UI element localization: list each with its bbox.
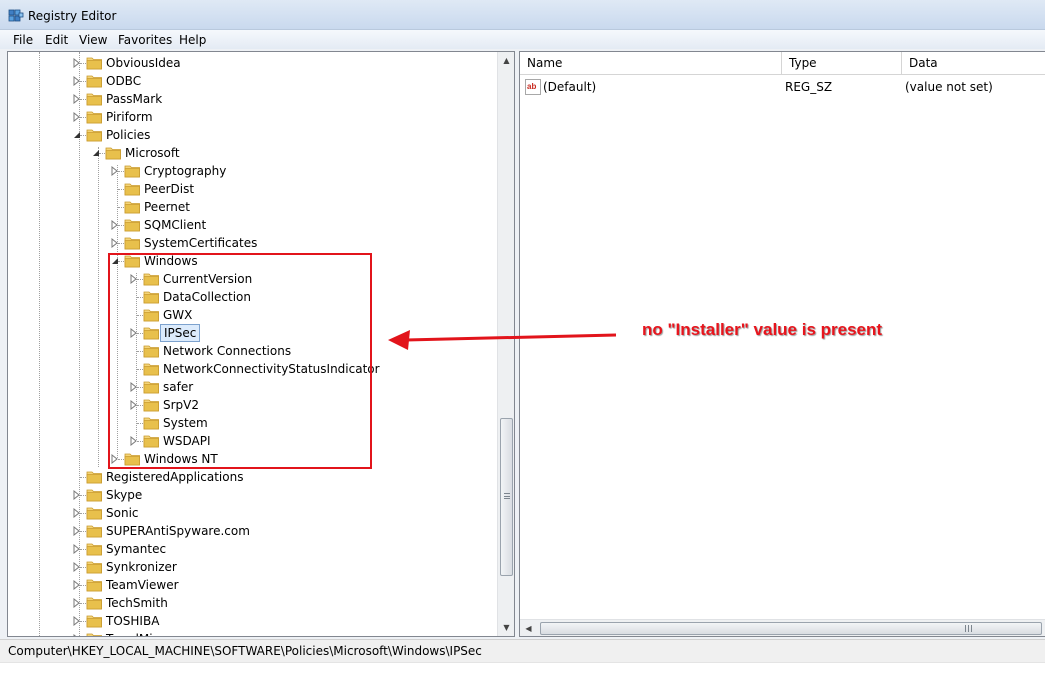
- folder-icon: [105, 145, 122, 160]
- folder-icon: [86, 487, 103, 502]
- scroll-down-arrow-icon[interactable]: ▼: [498, 619, 514, 636]
- tree-item-label[interactable]: SUPERAntiSpyware.com: [103, 522, 253, 540]
- menu-help[interactable]: Help: [177, 32, 208, 48]
- value-name: (Default): [543, 80, 597, 94]
- tree-item[interactable]: ObviousIdea: [8, 54, 498, 72]
- title-bar: Registry Editor: [0, 0, 1045, 30]
- tree-item-label[interactable]: TeamViewer: [103, 576, 182, 594]
- folder-icon: [124, 199, 141, 214]
- tree-item[interactable]: Piriform: [8, 108, 498, 126]
- folder-icon: [124, 163, 141, 178]
- folder-icon: [86, 613, 103, 628]
- tree-item-label[interactable]: TrendMicro: [103, 630, 174, 636]
- scroll-up-arrow-icon[interactable]: ▲: [498, 52, 514, 69]
- folder-icon: [86, 523, 103, 538]
- tree-item[interactable]: TrendMicro: [8, 630, 498, 637]
- tree-item[interactable]: PassMark: [8, 90, 498, 108]
- expand-arrow-icon[interactable]: [72, 634, 82, 637]
- menu-file[interactable]: File: [11, 32, 35, 48]
- folder-icon: [86, 127, 103, 142]
- window-title: Registry Editor: [28, 9, 117, 23]
- folder-icon: [124, 217, 141, 232]
- tree-item-label[interactable]: PeerDist: [141, 180, 197, 198]
- registry-editor-icon: [8, 9, 24, 22]
- folder-icon: [124, 181, 141, 196]
- menu-favorites[interactable]: Favorites: [116, 32, 174, 48]
- tree-item[interactable]: Sonic: [8, 504, 498, 522]
- scroll-left-arrow-icon[interactable]: ◀: [520, 620, 537, 636]
- tree-item-label[interactable]: Sonic: [103, 504, 142, 522]
- window-bottom-edge: [0, 662, 1045, 690]
- tree-item[interactable]: TOSHIBA: [8, 612, 498, 630]
- menu-view[interactable]: View: [77, 32, 109, 48]
- tree-item[interactable]: Cryptography: [8, 162, 498, 180]
- folder-icon: [86, 631, 103, 636]
- tree-item[interactable]: Skype: [8, 486, 498, 504]
- column-header-name[interactable]: Name: [520, 52, 782, 75]
- column-header-data[interactable]: Data: [902, 52, 1045, 75]
- tree-item[interactable]: SQMClient: [8, 216, 498, 234]
- tree-item[interactable]: Peernet: [8, 198, 498, 216]
- tree-item-label[interactable]: ODBC: [103, 72, 144, 90]
- folder-icon: [86, 469, 103, 484]
- tree-item-label[interactable]: ObviousIdea: [103, 54, 184, 72]
- list-scroll-thumb[interactable]: [540, 622, 1042, 635]
- folder-icon: [86, 91, 103, 106]
- tree-item-label[interactable]: TOSHIBA: [103, 612, 162, 630]
- tree-item-label[interactable]: Cryptography: [141, 162, 229, 180]
- tree-item-label[interactable]: Microsoft: [122, 144, 183, 162]
- tree-item-label[interactable]: RegisteredApplications: [103, 468, 246, 486]
- tree-item[interactable]: TeamViewer: [8, 576, 498, 594]
- tree-item[interactable]: Microsoft: [8, 144, 498, 162]
- tree-scroll-thumb[interactable]: [500, 418, 513, 576]
- folder-icon: [86, 505, 103, 520]
- tree-item[interactable]: Policies: [8, 126, 498, 144]
- tree-item-label[interactable]: Piriform: [103, 108, 156, 126]
- tree-item[interactable]: PeerDist: [8, 180, 498, 198]
- annotation-text: no "Installer" value is present: [642, 320, 883, 339]
- value-row[interactable]: ab (Default) REG_SZ (value not set): [520, 78, 1045, 96]
- svg-text:ab: ab: [527, 82, 536, 91]
- tree-item[interactable]: TechSmith: [8, 594, 498, 612]
- value-data: (value not set): [905, 80, 993, 94]
- folder-icon: [86, 55, 103, 70]
- tree-item-label[interactable]: Peernet: [141, 198, 193, 216]
- folder-icon: [86, 577, 103, 592]
- folder-icon: [86, 541, 103, 556]
- annotation-highlight-box: [108, 253, 372, 469]
- tree-item[interactable]: Synkronizer: [8, 558, 498, 576]
- tree-item-label[interactable]: Symantec: [103, 540, 169, 558]
- tree-item[interactable]: Symantec: [8, 540, 498, 558]
- tree-item[interactable]: SystemCertificates: [8, 234, 498, 252]
- string-value-icon: ab: [525, 79, 541, 95]
- folder-icon: [86, 109, 103, 124]
- tree-item-label[interactable]: SystemCertificates: [141, 234, 260, 252]
- value-type: REG_SZ: [785, 80, 833, 94]
- folder-icon: [86, 595, 103, 610]
- folder-icon: [86, 73, 103, 88]
- folder-icon: [124, 235, 141, 250]
- folder-icon: [86, 559, 103, 574]
- tree-item-label[interactable]: Synkronizer: [103, 558, 180, 576]
- tree-item-label[interactable]: PassMark: [103, 90, 165, 108]
- tree-item[interactable]: RegisteredApplications: [8, 468, 498, 486]
- menu-edit[interactable]: Edit: [43, 32, 70, 48]
- tree-item[interactable]: ODBC: [8, 72, 498, 90]
- status-bar-path: Computer\HKEY_LOCAL_MACHINE\SOFTWARE\Pol…: [0, 639, 1045, 662]
- tree-item-label[interactable]: SQMClient: [141, 216, 209, 234]
- list-horizontal-scrollbar[interactable]: ◀: [520, 619, 1045, 636]
- column-header-type[interactable]: Type: [782, 52, 902, 75]
- menu-bar: File Edit View Favorites Help: [0, 30, 1045, 49]
- tree-item[interactable]: SUPERAntiSpyware.com: [8, 522, 498, 540]
- tree-item-label[interactable]: TechSmith: [103, 594, 171, 612]
- tree-item-label[interactable]: Policies: [103, 126, 153, 144]
- annotation-arrow-icon: [388, 330, 617, 350]
- tree-item-label[interactable]: Skype: [103, 486, 145, 504]
